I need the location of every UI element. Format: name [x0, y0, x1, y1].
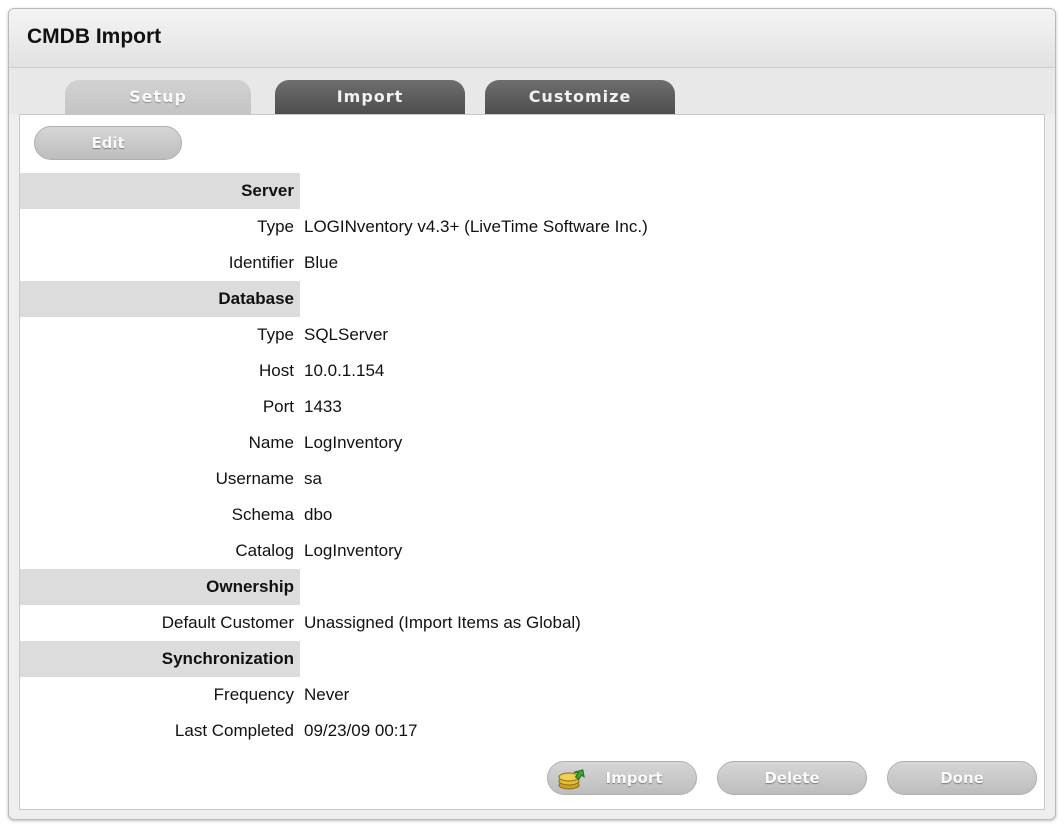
tab-strip: Setup Import Customize: [9, 68, 1055, 114]
field-value: 10.0.1.154: [304, 361, 385, 380]
detail-row-server-type: Type LOGINventory v4.3+ (LiveTime Softwa…: [20, 209, 1044, 245]
field-value: 1433: [304, 397, 342, 416]
section-heading: Synchronization: [20, 641, 300, 677]
field-label: Type: [257, 217, 294, 236]
field-value: LOGINventory v4.3+ (LiveTime Software In…: [304, 217, 648, 236]
detail-row-last-completed: Last Completed 09/23/09 00:17: [20, 713, 1044, 749]
section-header-synchronization: Synchronization: [20, 641, 1044, 677]
field-value: dbo: [304, 505, 333, 524]
field-label: Catalog: [235, 541, 294, 560]
field-value: 09/23/09 00:17: [304, 721, 418, 740]
tab-setup[interactable]: Setup: [65, 80, 251, 114]
section-heading: Server: [20, 173, 300, 209]
field-label: Username: [215, 469, 294, 488]
field-value: Unassigned (Import Items as Global): [304, 613, 581, 632]
detail-row-database-host: Host 10.0.1.154: [20, 353, 1044, 389]
field-label: Port: [262, 397, 294, 416]
import-button[interactable]: Import: [547, 761, 697, 795]
detail-row-database-catalog: Catalog LogInventory: [20, 533, 1044, 569]
section-heading: Database: [20, 281, 300, 317]
section-heading: Ownership: [20, 569, 300, 605]
field-label: Type: [257, 325, 294, 344]
field-value: Blue: [304, 253, 339, 272]
detail-row-default-customer: Default Customer Unassigned (Import Item…: [20, 605, 1044, 641]
done-button[interactable]: Done: [887, 761, 1037, 795]
tab-import[interactable]: Import: [275, 80, 465, 114]
details-table: Server Type LOGINventory v4.3+ (LiveTime…: [20, 173, 1044, 749]
page-title: CMDB Import: [27, 25, 162, 48]
section-header-ownership: Ownership: [20, 569, 1044, 605]
coins-with-green-arrow-icon: [558, 769, 585, 790]
field-value: Never: [304, 685, 350, 704]
cmdb-import-panel: CMDB Import Setup Import Customize Edit …: [8, 8, 1056, 820]
field-label: Name: [248, 433, 294, 452]
detail-row-frequency: Frequency Never: [20, 677, 1044, 713]
edit-button[interactable]: Edit: [34, 126, 182, 160]
detail-row-server-identifier: Identifier Blue: [20, 245, 1044, 281]
field-label: Frequency: [213, 685, 294, 704]
field-value: SQLServer: [304, 325, 389, 344]
detail-row-database-type: Type SQLServer: [20, 317, 1044, 353]
section-header-server: Server: [20, 173, 1044, 209]
delete-button[interactable]: Delete: [717, 761, 867, 795]
field-label: Host: [259, 361, 294, 380]
detail-row-database-port: Port 1433: [20, 389, 1044, 425]
field-value: sa: [304, 469, 322, 488]
tab-customize[interactable]: Customize: [485, 80, 675, 114]
detail-row-database-schema: Schema dbo: [20, 497, 1044, 533]
field-value: LogInventory: [304, 541, 403, 560]
title-bar: CMDB Import: [9, 9, 1055, 68]
section-header-database: Database: [20, 281, 1044, 317]
import-button-label: Import: [605, 769, 663, 787]
field-value: LogInventory: [304, 433, 403, 452]
setup-content: Edit Server Type LOGINventory v4.3+ (Liv…: [19, 114, 1045, 810]
field-label: Last Completed: [174, 721, 294, 740]
detail-row-database-name: Name LogInventory: [20, 425, 1044, 461]
field-label: Schema: [231, 505, 294, 524]
field-label: Identifier: [228, 253, 294, 272]
field-label: Default Customer: [161, 613, 294, 632]
detail-row-database-username: Username sa: [20, 461, 1044, 497]
